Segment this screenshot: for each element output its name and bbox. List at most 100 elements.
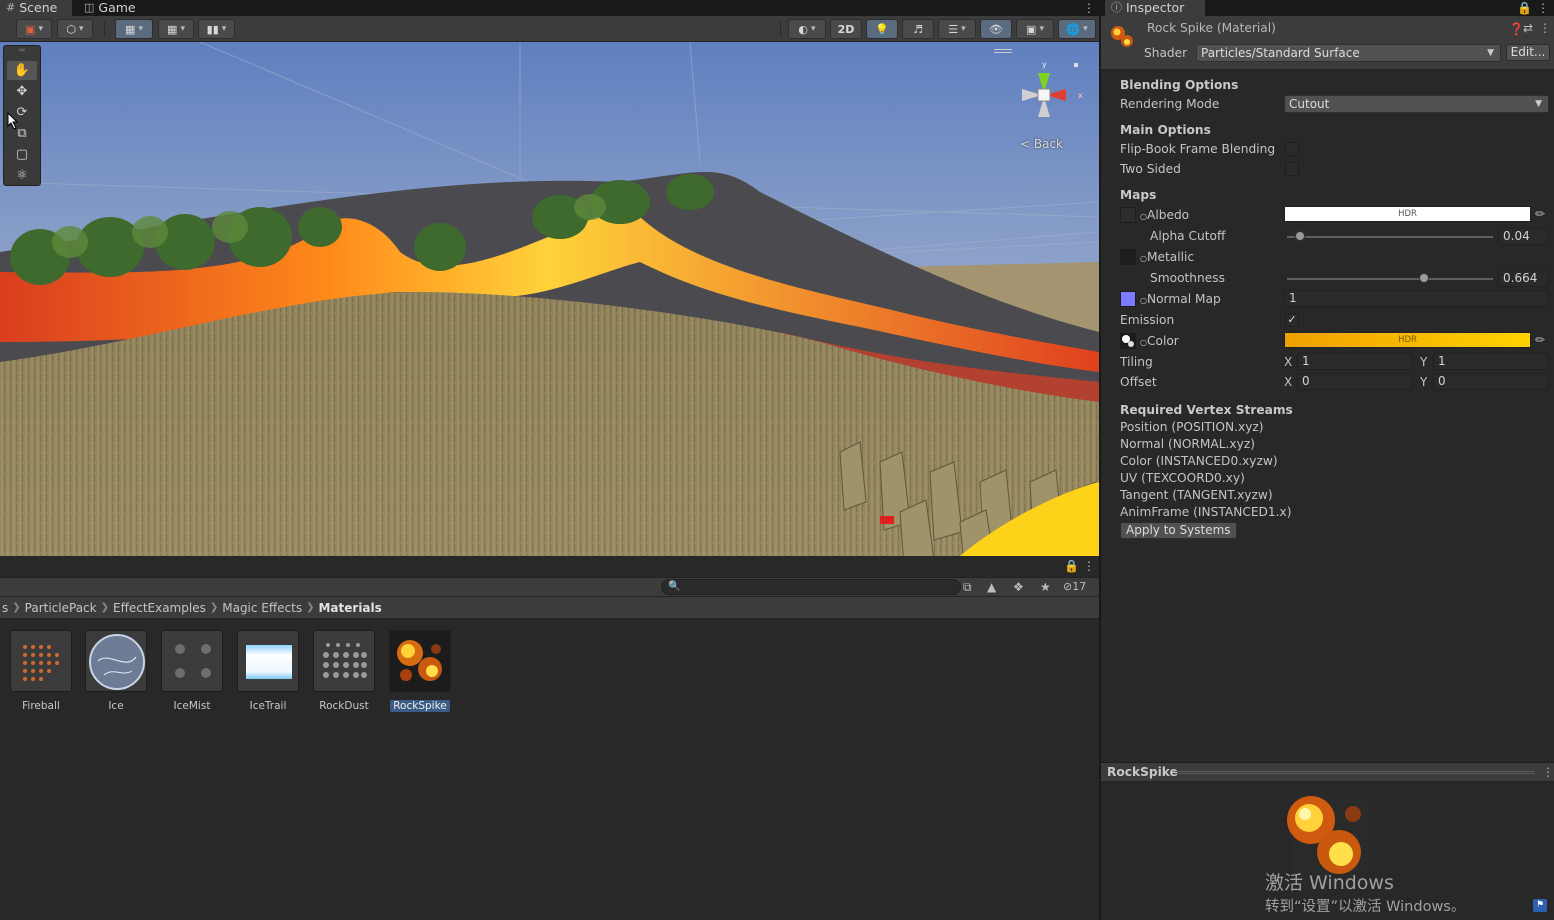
picker-dot-icon: ○ bbox=[1140, 296, 1147, 305]
tiling-x-field[interactable]: 1 bbox=[1297, 353, 1413, 370]
grid-snap-icon: ▦ bbox=[167, 22, 178, 36]
asset-item-fireball[interactable]: Fireball bbox=[9, 630, 73, 712]
lock-icon[interactable]: 🔒 bbox=[1064, 559, 1079, 573]
alpha-cutoff-slider[interactable] bbox=[1287, 236, 1493, 238]
metallic-texture-slot[interactable] bbox=[1120, 249, 1136, 265]
draw-mode-button[interactable]: ▣ bbox=[16, 19, 52, 39]
visibility-button[interactable]: 👁 bbox=[980, 19, 1012, 39]
orientation-gizmo[interactable]: y x bbox=[1008, 55, 1088, 135]
smoothness-knob[interactable] bbox=[1418, 273, 1429, 283]
edit-shader-button[interactable]: Edit... bbox=[1506, 44, 1550, 61]
view-direction-label[interactable]: < Back bbox=[1020, 137, 1063, 151]
normal-map-texture-slot[interactable] bbox=[1120, 291, 1136, 307]
tab-scene[interactable]: # Scene bbox=[0, 0, 72, 16]
camera-button[interactable]: ▣ bbox=[1016, 19, 1054, 39]
material-icon bbox=[1111, 26, 1133, 47]
tiling-y-field[interactable]: 1 bbox=[1433, 353, 1549, 370]
lighting-button[interactable]: 💡 bbox=[866, 19, 898, 39]
two-sided-checkbox[interactable] bbox=[1285, 162, 1299, 176]
breadcrumb-item[interactable]: s bbox=[2, 601, 8, 615]
snap-button[interactable]: ▦ bbox=[115, 19, 153, 39]
asset-name: IceTrail bbox=[249, 700, 287, 712]
shader-value: Particles/Standard Surface bbox=[1201, 46, 1360, 60]
search-icon: 🔍 bbox=[668, 581, 681, 592]
rendering-mode-value: Cutout bbox=[1289, 97, 1330, 111]
transform-tool-button[interactable]: ⚛ bbox=[7, 166, 37, 185]
tab-inspector-label: Inspector bbox=[1126, 0, 1185, 15]
rendering-mode-dropdown[interactable]: Cutout ▼ bbox=[1284, 95, 1549, 113]
more-options-icon[interactable]: ⋮ bbox=[1542, 765, 1554, 779]
more-options-icon[interactable]: ⋮ bbox=[1083, 1, 1095, 15]
label-icon[interactable]: ❖ bbox=[1013, 580, 1024, 594]
asset-item-icemist[interactable]: IceMist bbox=[160, 630, 224, 712]
more-options-icon[interactable]: ⋮ bbox=[1537, 1, 1549, 15]
render-mode-button[interactable]: ◐ bbox=[788, 19, 826, 39]
offset-x-field[interactable]: 0 bbox=[1297, 373, 1413, 390]
search-input[interactable]: 🔍 bbox=[661, 579, 961, 595]
more-options-icon[interactable]: ⋮ bbox=[1083, 559, 1095, 573]
asset-item-rockdust[interactable]: RockDust bbox=[312, 630, 376, 712]
mode-2d-button[interactable]: 2D bbox=[830, 19, 862, 39]
scene-tabbar: # Scene ◫ Game ⋮ bbox=[0, 0, 1099, 16]
grid-snap-button[interactable]: ▦ bbox=[158, 19, 194, 39]
asset-item-rockspike[interactable]: RockSpike bbox=[388, 630, 452, 712]
ruler-icon: ▮▮ bbox=[206, 22, 219, 36]
albedo-texture-slot[interactable] bbox=[1120, 207, 1136, 223]
asset-item-icetrail[interactable]: IceTrail bbox=[236, 630, 300, 712]
normal-map-scale-field[interactable]: 1 bbox=[1284, 290, 1549, 307]
smoothness-field[interactable]: 0.664 bbox=[1498, 270, 1549, 287]
gizmos-button[interactable]: 🌐 bbox=[1058, 19, 1096, 39]
more-options-icon[interactable]: ⋮ bbox=[1539, 21, 1551, 35]
tab-game[interactable]: ◫ Game bbox=[78, 0, 144, 16]
hdr-tag: HDR bbox=[1398, 209, 1417, 219]
audio-button[interactable]: ♬ bbox=[902, 19, 934, 39]
move-tool-button[interactable]: ✥ bbox=[7, 82, 37, 101]
shader-dropdown[interactable]: Particles/Standard Surface ▼ bbox=[1196, 44, 1501, 62]
filter-type-icon[interactable]: ▲ bbox=[987, 580, 996, 594]
emission-checkbox[interactable]: ✓ bbox=[1285, 313, 1299, 327]
hidden-packages-toggle[interactable]: ⊘17 bbox=[1063, 580, 1086, 593]
breadcrumb-item[interactable]: ParticlePack bbox=[25, 601, 97, 615]
flipbook-checkbox[interactable] bbox=[1285, 142, 1299, 156]
offset-x-label: X bbox=[1284, 375, 1293, 389]
vertex-stream-item: AnimFrame (INSTANCED1.x) bbox=[1120, 505, 1292, 519]
alpha-cutoff-field[interactable]: 0.04 bbox=[1498, 228, 1549, 245]
breadcrumb-current[interactable]: Materials bbox=[318, 601, 381, 615]
palette-grip[interactable]: ═ bbox=[7, 46, 37, 56]
presets-icon[interactable]: ⇄ bbox=[1523, 21, 1533, 35]
scene-viewport[interactable] bbox=[0, 42, 1099, 556]
offset-y-field[interactable]: 0 bbox=[1433, 373, 1549, 390]
increment-snap-button[interactable]: ▮▮ bbox=[198, 19, 235, 39]
apply-to-systems-button[interactable]: Apply to Systems bbox=[1120, 522, 1237, 539]
maps-header: Maps bbox=[1120, 188, 1157, 202]
breadcrumb-item[interactable]: Magic Effects bbox=[222, 601, 302, 615]
emission-color-field[interactable]: HDR bbox=[1284, 332, 1531, 348]
favorite-star-icon[interactable]: ★ bbox=[1040, 580, 1051, 594]
emission-texture-slot[interactable] bbox=[1120, 333, 1136, 349]
chevron-down-icon: ▼ bbox=[1535, 99, 1542, 109]
preview-drag-handle[interactable] bbox=[1175, 771, 1535, 774]
help-icon[interactable]: ❓ bbox=[1509, 22, 1524, 36]
asset-item-ice[interactable]: Ice bbox=[84, 630, 148, 712]
hand-tool-button[interactable]: ✋ bbox=[7, 61, 37, 80]
flipbook-label: Flip-Book Frame Blending bbox=[1120, 142, 1276, 156]
tab-inspector[interactable]: ⓘ Inspector bbox=[1105, 0, 1205, 16]
search-by-type-icon[interactable]: ⧉ bbox=[963, 580, 972, 595]
effects-button[interactable]: ☰ bbox=[938, 19, 976, 39]
emission-texture-icon bbox=[1122, 335, 1134, 347]
preview-title: RockSpike bbox=[1107, 765, 1178, 779]
eyedropper-icon[interactable]: ✏ bbox=[1535, 333, 1545, 347]
shading-button[interactable]: ⬡ bbox=[57, 19, 93, 39]
snap-icon: ▦ bbox=[125, 22, 136, 36]
lock-icon[interactable]: 🔒 bbox=[1517, 1, 1532, 15]
vertex-stream-item: Normal (NORMAL.xyz) bbox=[1120, 437, 1255, 451]
info-icon: ⓘ bbox=[1111, 1, 1122, 14]
overlay-menu-handle[interactable] bbox=[994, 49, 1012, 53]
inspector-tabbar: ⓘ Inspector 🔒 ⋮ bbox=[1101, 0, 1554, 16]
breadcrumb-item[interactable]: EffectExamples bbox=[113, 601, 206, 615]
albedo-color-field[interactable]: HDR bbox=[1284, 206, 1531, 222]
rect-tool-button[interactable]: ▢ bbox=[7, 145, 37, 164]
smoothness-slider[interactable] bbox=[1287, 278, 1493, 280]
eyedropper-icon[interactable]: ✏ bbox=[1535, 207, 1545, 221]
tag-icon[interactable]: ⚑ bbox=[1533, 899, 1547, 912]
